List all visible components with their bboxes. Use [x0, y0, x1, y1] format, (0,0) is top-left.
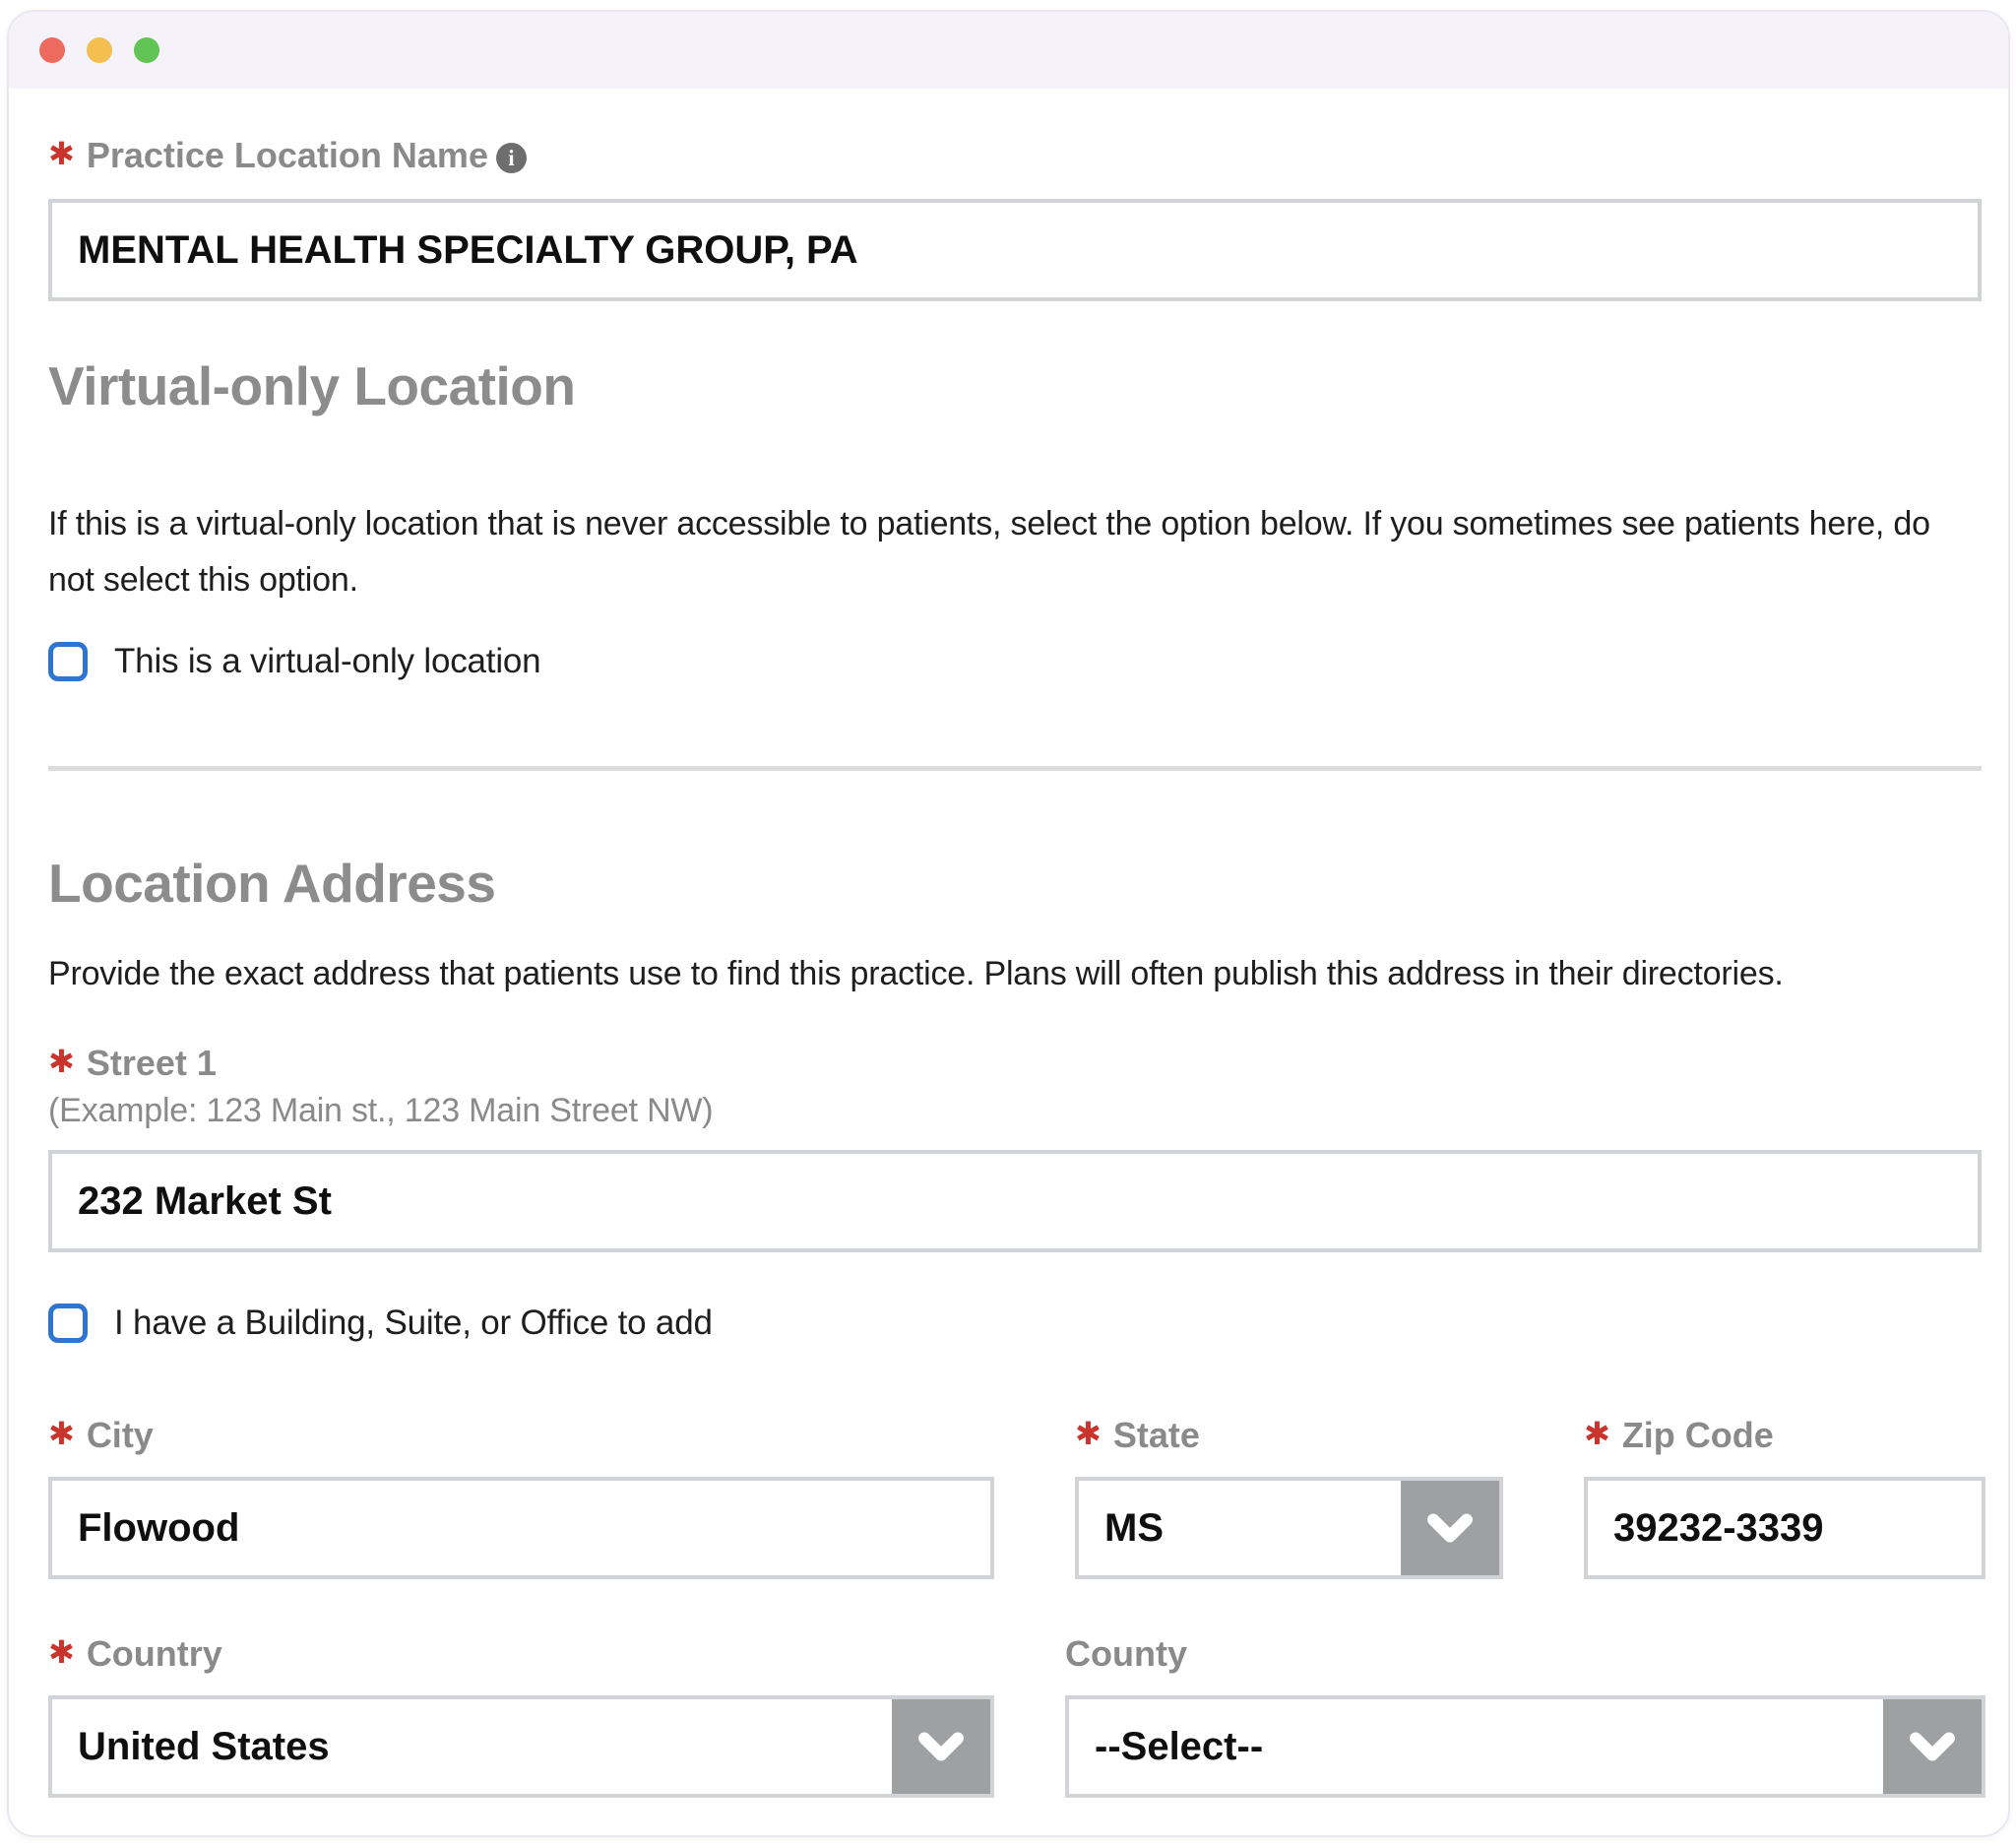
required-asterisk-icon: ✱	[48, 1416, 75, 1451]
required-asterisk-icon: ✱	[48, 1634, 75, 1670]
chevron-down-icon[interactable]	[1883, 1699, 1982, 1794]
close-window-icon[interactable]	[39, 37, 65, 63]
section-divider	[48, 766, 1982, 771]
country-county-row: ✱ Country United States County --Select--	[48, 1632, 1985, 1798]
building-suite-checkbox-label[interactable]: I have a Building, Suite, or Office to a…	[114, 1304, 713, 1343]
state-label: ✱ State	[1075, 1415, 1200, 1455]
county-label: County	[1065, 1633, 1187, 1674]
street1-example-hint: (Example: 123 Main st., 123 Main Street …	[48, 1092, 714, 1129]
country-select-value: United States	[78, 1724, 330, 1768]
virtual-only-heading: Virtual-only Location	[48, 355, 576, 416]
minimize-window-icon[interactable]	[87, 37, 112, 63]
street1-input[interactable]	[48, 1150, 1982, 1252]
state-select-value: MS	[1104, 1505, 1164, 1550]
country-select[interactable]: United States	[48, 1695, 994, 1798]
window-titlebar	[9, 12, 2008, 89]
required-asterisk-icon: ✱	[48, 136, 75, 171]
city-state-zip-row: ✱City ✱State MS ✱Zip Code	[48, 1414, 1985, 1579]
state-select[interactable]: MS	[1075, 1477, 1503, 1579]
building-suite-checkbox[interactable]	[48, 1304, 88, 1343]
form-content: ✱Practice Location Namei Virtual-only Lo…	[9, 89, 2008, 1833]
virtual-only-checkbox[interactable]	[48, 642, 88, 681]
country-label: ✱ Country	[48, 1633, 222, 1674]
practice-location-name-label: ✱ Practice Location Name i	[48, 134, 1982, 177]
city-label: ✱ City	[48, 1415, 154, 1455]
required-asterisk-icon: ✱	[1584, 1416, 1610, 1451]
virtual-only-checkbox-row: This is a virtual-only location	[48, 640, 1982, 683]
zip-field-group: ✱ Zip Code	[1584, 1414, 1985, 1579]
street1-label: ✱ Street 1	[48, 1043, 217, 1083]
zip-label: ✱ Zip Code	[1584, 1415, 1774, 1455]
virtual-only-checkbox-label[interactable]: This is a virtual-only location	[114, 642, 541, 681]
city-input[interactable]	[48, 1477, 994, 1579]
virtual-only-description: If this is a virtual-only location that …	[48, 505, 1930, 599]
chevron-down-icon[interactable]	[892, 1699, 990, 1794]
city-field-group: ✱ City	[48, 1414, 994, 1579]
building-suite-checkbox-row: I have a Building, Suite, or Office to a…	[48, 1302, 1982, 1345]
county-field-group: County --Select--	[1065, 1632, 1985, 1798]
state-field-group: ✱ State MS	[1075, 1414, 1503, 1579]
county-select[interactable]: --Select--	[1065, 1695, 1985, 1798]
app-window: ✱Practice Location Namei Virtual-only Lo…	[7, 10, 2010, 1837]
required-asterisk-icon: ✱	[48, 1044, 75, 1079]
zip-input[interactable]	[1584, 1477, 1985, 1579]
practice-location-name-input[interactable]	[48, 199, 1982, 301]
country-field-group: ✱ Country United States	[48, 1632, 994, 1798]
chevron-down-icon[interactable]	[1401, 1481, 1499, 1575]
required-asterisk-icon: ✱	[1075, 1416, 1102, 1451]
location-address-description: Provide the exact address that patients …	[48, 955, 1784, 992]
county-select-value: --Select--	[1095, 1724, 1264, 1768]
location-address-heading: Location Address	[48, 853, 496, 914]
maximize-window-icon[interactable]	[134, 37, 159, 63]
info-icon[interactable]: i	[495, 142, 527, 173]
